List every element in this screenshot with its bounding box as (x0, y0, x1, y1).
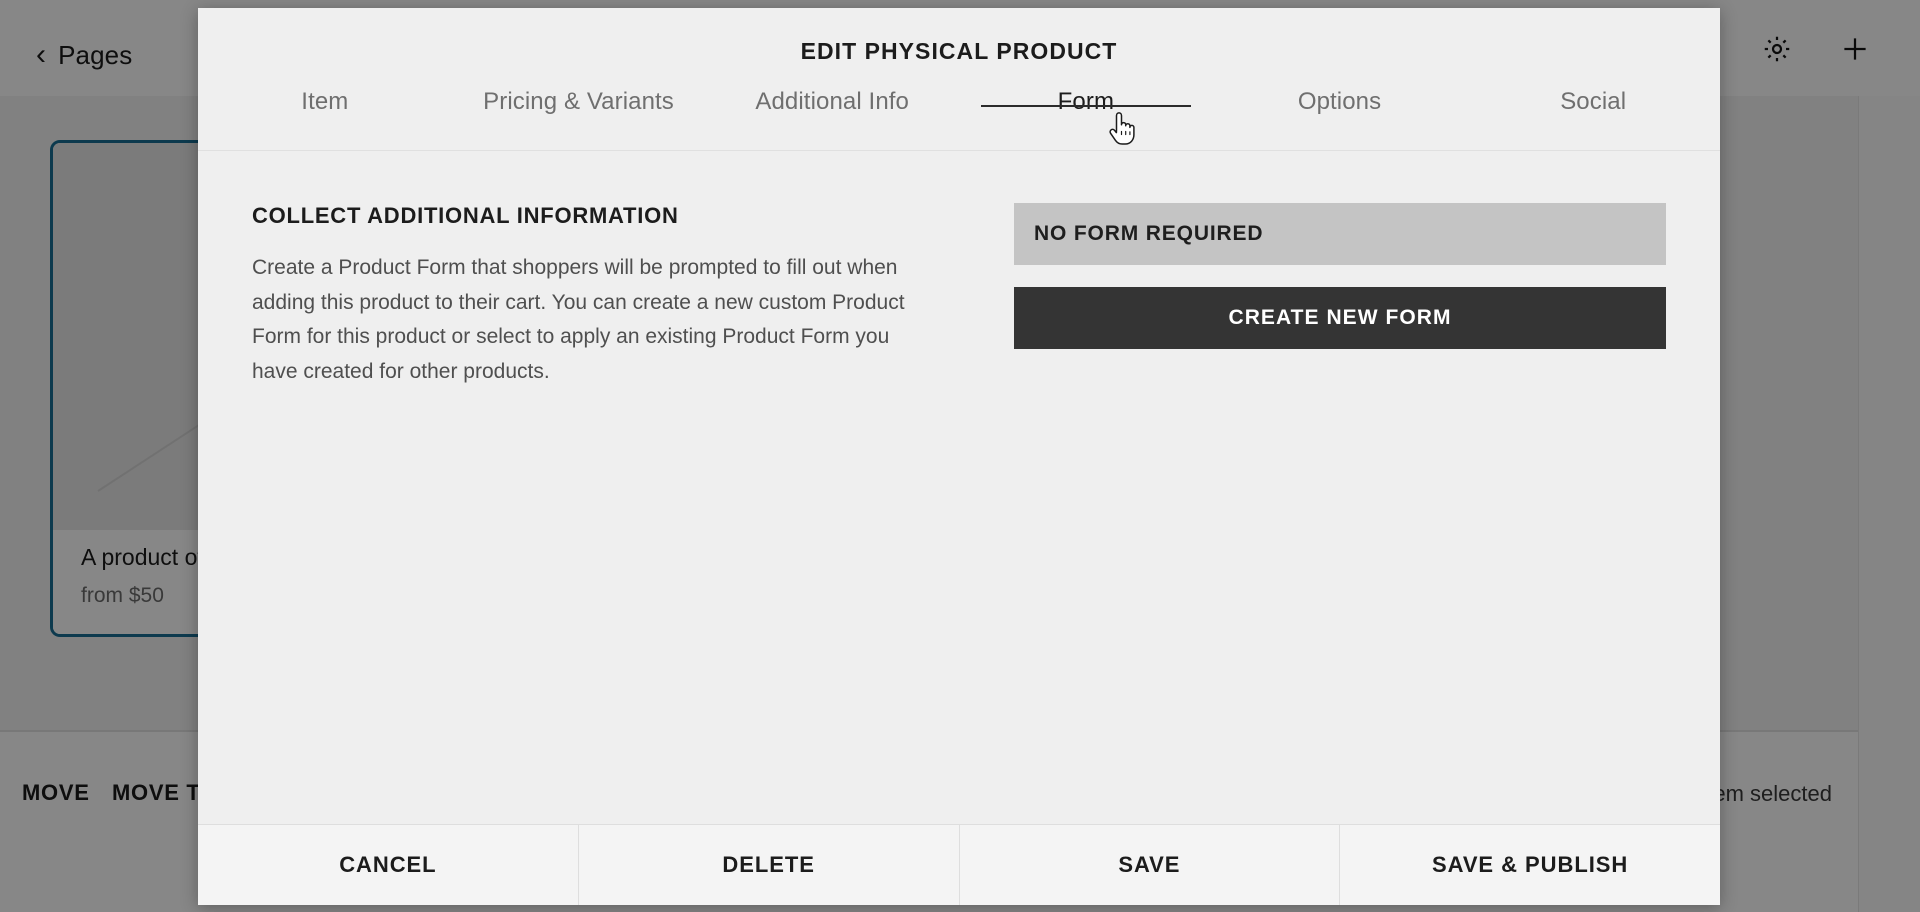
cancel-button[interactable]: CANCEL (198, 825, 579, 905)
delete-button[interactable]: DELETE (578, 825, 960, 905)
tab-pricing-variants[interactable]: Pricing & Variants (452, 79, 706, 116)
tab-item[interactable]: Item (198, 79, 452, 116)
save-and-publish-button[interactable]: SAVE & PUBLISH (1340, 825, 1720, 905)
form-description-column: COLLECT ADDITIONAL INFORMATION Create a … (252, 203, 940, 824)
modal-body: COLLECT ADDITIONAL INFORMATION Create a … (198, 151, 1720, 824)
edit-physical-product-modal: EDIT PHYSICAL PRODUCT Item Pricing & Var… (198, 8, 1720, 905)
tab-additional-info[interactable]: Additional Info (705, 79, 959, 116)
modal-title: EDIT PHYSICAL PRODUCT (800, 38, 1118, 64)
create-new-form-button[interactable]: CREATE NEW FORM (1014, 287, 1666, 349)
form-controls-column: NO FORM REQUIRED CREATE NEW FORM (1014, 203, 1666, 824)
section-description: Create a Product Form that shoppers will… (252, 256, 905, 383)
save-button[interactable]: SAVE (959, 825, 1341, 905)
modal-footer: CANCEL DELETE SAVE SAVE & PUBLISH (198, 824, 1720, 905)
tab-form[interactable]: Form (959, 79, 1213, 116)
tab-options[interactable]: Options (1213, 79, 1467, 116)
tab-social[interactable]: Social (1466, 79, 1720, 116)
form-select-dropdown[interactable]: NO FORM REQUIRED (1014, 203, 1666, 265)
section-heading: COLLECT ADDITIONAL INFORMATION (252, 203, 679, 228)
modal-tab-bar: Item Pricing & Variants Additional Info … (198, 79, 1720, 151)
